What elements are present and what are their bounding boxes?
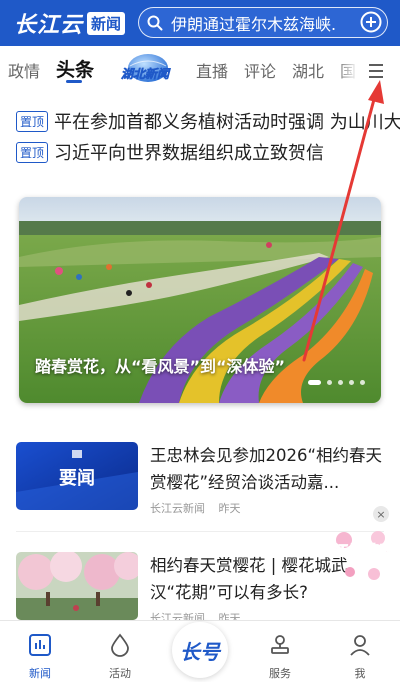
carousel-caption: 踏春赏花，从“看风景”到“深体验” bbox=[35, 357, 286, 376]
drop-icon bbox=[111, 633, 129, 657]
menu-icon bbox=[369, 64, 383, 78]
news-thumbnail-cherry bbox=[16, 552, 138, 620]
center-logo-button[interactable]: 长号 bbox=[172, 622, 228, 678]
hubei-news-logo-text: 湖北新闻 bbox=[121, 67, 171, 81]
pinned-badge: 置顶 bbox=[16, 110, 49, 132]
news-thumbnail-graphic: 要闻 bbox=[16, 442, 138, 510]
nav-me[interactable]: 我 bbox=[330, 621, 390, 682]
nav-activity[interactable]: 活动 bbox=[90, 621, 150, 682]
news-source: 长江云新闻 bbox=[150, 502, 205, 515]
search-hot-word: 伊朗通过霍尔木兹海峡... bbox=[171, 14, 336, 34]
search-icon bbox=[147, 15, 163, 30]
channel-menu-button[interactable] bbox=[356, 56, 396, 86]
center-logo-text: 长号 bbox=[180, 639, 220, 664]
sticker-text: 江城花季 bbox=[331, 542, 392, 560]
tab-comment[interactable]: 评论 bbox=[244, 58, 276, 82]
carousel-dot bbox=[360, 380, 365, 385]
pinned-title: 平在参加首都义务植树活动时强调 为山川大 bbox=[54, 112, 400, 133]
logo-text: 长江云 bbox=[14, 13, 84, 38]
active-tab-indicator bbox=[66, 80, 82, 83]
logo-badge: 新闻 bbox=[87, 11, 126, 35]
floating-promo-sticker[interactable]: 江城花季 bbox=[330, 528, 392, 584]
carousel-dot bbox=[327, 380, 332, 385]
list-divider bbox=[16, 531, 384, 532]
app-logo: 长江云 新闻 bbox=[14, 7, 126, 39]
carousel-dot-active bbox=[308, 380, 321, 385]
thumb-label: 要闻 bbox=[59, 467, 95, 489]
carousel-pagination bbox=[308, 380, 365, 385]
tabs-fade bbox=[336, 52, 358, 88]
nav-news-label: 新闻 bbox=[29, 667, 51, 680]
nav-me-label: 我 bbox=[354, 667, 366, 680]
news-thumbnail bbox=[16, 552, 138, 620]
carousel-dot bbox=[349, 380, 354, 385]
tab-hubei[interactable]: 湖北 bbox=[292, 58, 324, 82]
news-item[interactable]: 要闻 王忠林会见参加2026“相约春天赏樱花”经贸洽谈活动嘉... 长江云新闻 … bbox=[16, 442, 386, 516]
tab-headlines[interactable]: 头条 bbox=[56, 55, 94, 82]
pinned-item[interactable]: 置顶 习近平向世界数据组织成立致贺信 bbox=[16, 139, 400, 165]
tab-live[interactable]: 直播 bbox=[196, 58, 228, 82]
news-chart-icon bbox=[29, 634, 51, 656]
news-time: 昨天 bbox=[218, 502, 241, 515]
carousel-dot bbox=[338, 380, 343, 385]
nav-service-label: 服务 bbox=[269, 667, 291, 680]
app-header: 长江云 新闻 伊朗通过霍尔木兹海峡... bbox=[0, 0, 400, 46]
tab-politics[interactable]: 政情 bbox=[8, 58, 40, 82]
person-icon bbox=[350, 635, 370, 656]
pinned-item[interactable]: 置顶 平在参加首都义务植树活动时强调 为山川大 bbox=[16, 108, 400, 134]
nav-service[interactable]: 服务 bbox=[250, 621, 310, 682]
dismiss-close-icon[interactable]: × bbox=[373, 506, 389, 522]
tab-hubei-news-logo[interactable]: 湖北新闻 bbox=[112, 52, 178, 88]
nav-activity-label: 活动 bbox=[109, 667, 131, 680]
news-meta: 长江云新闻 昨天 bbox=[150, 500, 251, 516]
pinned-title: 习近平向世界数据组织成立致贺信 bbox=[54, 143, 325, 164]
news-title: 王忠林会见参加2026“相约春天赏樱花”经贸洽谈活动嘉... bbox=[150, 446, 383, 492]
search-bar[interactable]: 伊朗通过霍尔木兹海峡... bbox=[138, 7, 388, 38]
featured-carousel[interactable]: 踏春赏花，从“看风景”到“深体验” bbox=[19, 197, 381, 403]
news-thumbnail: 要闻 bbox=[16, 442, 138, 510]
stamp-icon bbox=[271, 635, 289, 654]
pinned-badge: 置顶 bbox=[16, 141, 49, 163]
add-icon[interactable] bbox=[359, 10, 383, 34]
nav-news[interactable]: 新闻 bbox=[10, 621, 70, 682]
